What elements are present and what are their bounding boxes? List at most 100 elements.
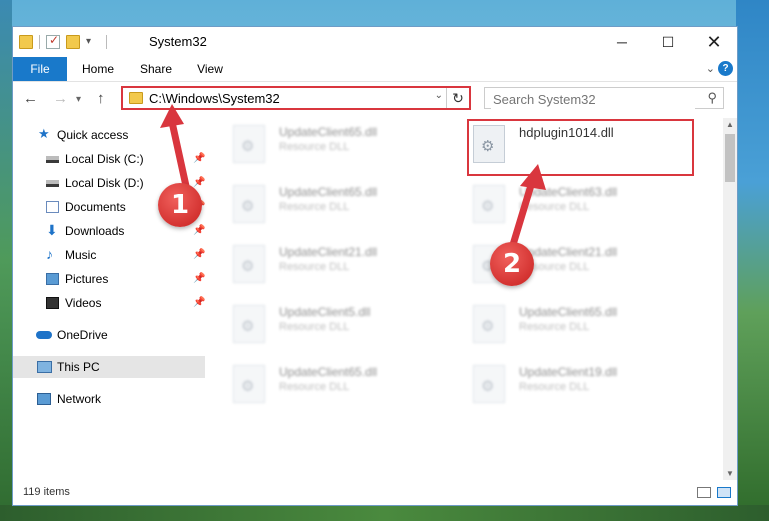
desktop-background-left — [0, 0, 12, 521]
sidebar-item-music[interactable]: ♪ Music 📌 — [13, 244, 205, 266]
disk-icon — [46, 180, 59, 187]
callout-badge-2: 2 — [490, 242, 534, 286]
vertical-scrollbar[interactable]: ▲ ▼ — [723, 118, 737, 480]
videos-icon — [46, 297, 59, 309]
toolbar-separator — [106, 35, 107, 49]
dll-file-icon: ⚙ — [233, 365, 265, 403]
dll-file-icon: ⚙ — [233, 305, 265, 343]
file-name: UpdateClient65.dll — [519, 305, 618, 319]
large-icons-view-icon[interactable] — [717, 487, 731, 498]
ribbon-tabs: File Home Share View ⌄ ? — [13, 57, 737, 82]
sidebar-item-label: OneDrive — [57, 328, 108, 342]
gear-icon: ⚙ — [481, 378, 495, 395]
file-type: Resource DLL — [279, 141, 350, 153]
gear-icon: ⚙ — [241, 258, 255, 275]
tab-view[interactable]: View — [185, 57, 235, 81]
sidebar-item-label: Downloads — [65, 224, 125, 238]
music-icon: ♪ — [46, 246, 53, 262]
scroll-down-icon[interactable]: ▼ — [726, 469, 734, 478]
gear-icon: ⚙ — [241, 198, 255, 215]
star-icon: ★ — [38, 126, 50, 141]
up-button[interactable]: ↑ — [97, 90, 105, 107]
dll-file-icon: ⚙ — [473, 365, 505, 403]
documents-icon — [46, 201, 59, 213]
search-box[interactable]: ⚲ — [484, 87, 724, 109]
sidebar-item-onedrive[interactable]: OneDrive — [13, 324, 205, 346]
file-item[interactable]: ⚙ UpdateClient63.dll Resource DLL — [451, 181, 681, 229]
tab-file[interactable]: File — [13, 57, 67, 81]
search-input[interactable] — [491, 89, 695, 109]
file-item[interactable]: ⚙ UpdateClient65.dll Resource DLL — [211, 121, 441, 169]
pin-icon[interactable]: 📌 — [193, 292, 205, 314]
quick-access-toolbar: ▾ — [19, 33, 107, 51]
tab-share[interactable]: Share — [131, 57, 181, 81]
details-view-icon[interactable] — [697, 487, 711, 498]
refresh-button[interactable]: ↻ — [446, 88, 469, 108]
network-icon — [37, 393, 51, 405]
sidebar-item-this-pc[interactable]: This PC — [13, 356, 205, 378]
pin-icon[interactable]: 📌 — [193, 268, 205, 290]
back-button[interactable]: ← — [23, 90, 38, 107]
gear-icon: ⚙ — [241, 138, 255, 155]
dll-file-icon: ⚙ — [233, 185, 265, 223]
file-item[interactable]: ⚙ UpdateClient5.dll Resource DLL — [211, 301, 441, 349]
dll-file-icon: ⚙ — [233, 245, 265, 283]
window-title: System32 — [149, 34, 207, 49]
gear-icon: ⚙ — [241, 378, 255, 395]
this-pc-icon — [37, 361, 52, 373]
file-list: ⚙ UpdateClient65.dll Resource DLL ⚙ hdpl… — [211, 118, 723, 480]
sidebar-item-label: Local Disk (D:) — [65, 176, 144, 190]
folder-icon — [129, 92, 143, 104]
file-name: UpdateClient65.dll — [279, 185, 378, 199]
file-item[interactable]: ⚙ UpdateClient21.dll Resource DLL — [211, 241, 441, 289]
pin-icon[interactable]: 📌 — [193, 244, 205, 266]
file-item[interactable]: ⚙ UpdateClient65.dll Resource DLL — [211, 361, 441, 409]
recent-locations-button[interactable]: ▾ — [76, 94, 81, 105]
scroll-thumb[interactable] — [725, 134, 735, 182]
title-bar: ▾ System32 ─ ☐ ✕ — [13, 27, 737, 57]
customize-icon[interactable]: ▾ — [86, 35, 100, 49]
file-item[interactable]: ⚙ UpdateClient19.dll Resource DLL — [451, 361, 681, 409]
file-name: UpdateClient5.dll — [279, 305, 371, 319]
address-dropdown-icon[interactable]: ⌄ — [435, 90, 443, 101]
file-type: Resource DLL — [279, 381, 350, 393]
gear-icon: ⚙ — [241, 318, 255, 335]
expand-ribbon-icon[interactable]: ⌄ — [706, 62, 715, 75]
disk-icon — [46, 156, 59, 163]
file-name: UpdateClient65.dll — [279, 365, 378, 379]
properties-icon[interactable] — [46, 33, 60, 49]
scroll-up-icon[interactable]: ▲ — [726, 120, 734, 129]
file-name: UpdateClient65.dll — [279, 125, 378, 139]
folder-icon[interactable] — [19, 35, 33, 49]
close-button[interactable]: ✕ — [691, 27, 737, 57]
file-explorer-window: ▾ System32 ─ ☐ ✕ File Home Share View ⌄ … — [12, 26, 738, 506]
item-count: 119 items — [23, 486, 70, 498]
desktop-background-right — [736, 0, 769, 521]
dll-file-icon: ⚙ — [473, 305, 505, 343]
downloads-icon: ⬇ — [46, 222, 58, 238]
minimize-button[interactable]: ─ — [599, 27, 645, 57]
sidebar-item-videos[interactable]: Videos 📌 — [13, 292, 205, 314]
sidebar-item-label: Pictures — [65, 272, 109, 286]
sidebar-item-label: Videos — [65, 296, 102, 310]
file-type: Resource DLL — [279, 201, 350, 213]
sidebar-item-label: Local Disk (C:) — [65, 152, 144, 166]
pictures-icon — [46, 273, 59, 285]
file-item[interactable]: ⚙ UpdateClient65.dll Resource DLL — [211, 181, 441, 229]
pin-icon[interactable]: 📌 — [193, 220, 205, 242]
sidebar-item-network[interactable]: Network — [13, 388, 205, 410]
file-name: UpdateClient21.dll — [279, 245, 378, 259]
tab-home[interactable]: Home — [73, 57, 123, 81]
dll-file-icon: ⚙ — [233, 125, 265, 163]
sidebar-item-label: This PC — [57, 360, 100, 374]
forward-button[interactable]: → — [53, 90, 68, 107]
file-item[interactable]: ⚙ UpdateClient65.dll Resource DLL — [451, 301, 681, 349]
new-folder-icon[interactable] — [66, 35, 80, 49]
desktop-background-bottom — [0, 505, 769, 521]
sidebar-item-pictures[interactable]: Pictures 📌 — [13, 268, 205, 290]
help-icon[interactable]: ? — [718, 61, 733, 76]
sidebar-item-label: Documents — [65, 200, 126, 214]
maximize-button[interactable]: ☐ — [645, 27, 691, 57]
navigation-bar: ← → ▾ ↑ C:\Windows\System32 ⌄ ↻ ⚲ — [13, 82, 737, 116]
file-item[interactable]: ⚙ UpdateClient21.dll Resource DLL — [451, 241, 681, 289]
